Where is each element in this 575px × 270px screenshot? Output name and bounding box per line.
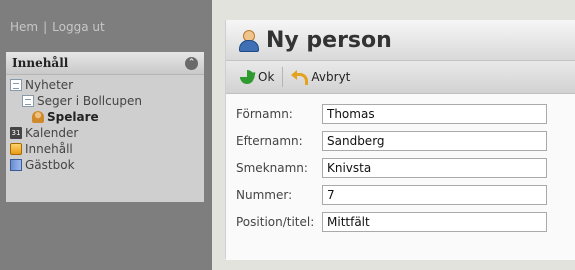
tree-item-label: Gästbok <box>25 158 75 172</box>
form-header: Ny person <box>226 20 575 61</box>
field-label: Nummer: <box>236 187 293 202</box>
collapse-icon[interactable]: ⌃ <box>185 56 198 70</box>
nickname-input[interactable] <box>322 157 547 178</box>
tree-item-seger[interactable]: Seger i Bollcupen <box>10 93 204 109</box>
people-icon <box>32 111 44 123</box>
nav-separator: | <box>43 20 48 34</box>
person-icon <box>238 29 259 52</box>
ok-icon <box>240 70 254 84</box>
content-panel: Innehåll ⌃ Nyheter Seger i Bollcupen Spe… <box>6 52 204 202</box>
form-fields: Förnamn: Efternamn: Smeknamn: Nummer: Po… <box>226 94 575 260</box>
person-form: Ny person Ok Avbryt Förnamn: Efternamn: … <box>225 20 575 260</box>
toolbar-divider <box>282 67 284 87</box>
calendar-icon: 31 <box>10 127 22 139</box>
first-name-input[interactable] <box>322 103 547 124</box>
ok-label: Ok <box>258 70 275 84</box>
tree-item-gastbok[interactable]: Gästbok <box>10 157 204 173</box>
tree-item-label: Nyheter <box>25 78 74 92</box>
tree-item-nyheter[interactable]: Nyheter <box>10 77 204 93</box>
page-icon <box>10 79 22 91</box>
tree-item-spelare[interactable]: Spelare <box>10 109 204 125</box>
cancel-button[interactable]: Avbryt <box>287 68 354 86</box>
field-label: Smeknamn: <box>236 160 308 175</box>
tree-item-label: Spelare <box>47 110 99 124</box>
field-row-position: Position/titel: <box>226 208 575 235</box>
top-nav: Hem | Logga ut <box>10 20 105 34</box>
form-title: Ny person <box>266 27 392 53</box>
form-toolbar: Ok Avbryt <box>226 61 575 94</box>
guestbook-icon <box>10 159 22 171</box>
number-input[interactable] <box>322 184 547 205</box>
page-icon <box>22 95 34 107</box>
panel-title: Innehåll <box>12 56 69 70</box>
tree-item-kalender[interactable]: 31 Kalender <box>10 125 204 141</box>
tree-item-innehall[interactable]: Innehåll <box>10 141 204 157</box>
cancel-label: Avbryt <box>311 70 351 84</box>
position-input[interactable] <box>322 211 547 232</box>
left-column: Hem | Logga ut Innehåll ⌃ Nyheter Seger i … <box>0 0 212 270</box>
tree-item-label: Kalender <box>25 126 79 140</box>
box-icon <box>10 143 22 155</box>
logout-link[interactable]: Logga ut <box>52 20 105 34</box>
last-name-input[interactable] <box>322 130 547 151</box>
home-link[interactable]: Hem <box>10 20 38 34</box>
field-label: Efternamn: <box>236 133 303 148</box>
field-row-smeknamn: Smeknamn: <box>226 154 575 181</box>
field-label: Förnamn: <box>236 106 293 121</box>
tree-item-label: Innehåll <box>25 142 73 156</box>
field-label: Position/titel: <box>236 214 315 229</box>
field-row-fornamn: Förnamn: <box>226 100 575 127</box>
field-row-efternamn: Efternamn: <box>226 127 575 154</box>
content-tree: Nyheter Seger i Bollcupen Spelare 31 Kal… <box>6 75 204 173</box>
panel-header[interactable]: Innehåll ⌃ <box>6 52 204 75</box>
undo-icon <box>291 70 309 85</box>
ok-button[interactable]: Ok <box>236 68 278 86</box>
tree-item-label: Seger i Bollcupen <box>37 94 142 108</box>
field-row-nummer: Nummer: <box>226 181 575 208</box>
